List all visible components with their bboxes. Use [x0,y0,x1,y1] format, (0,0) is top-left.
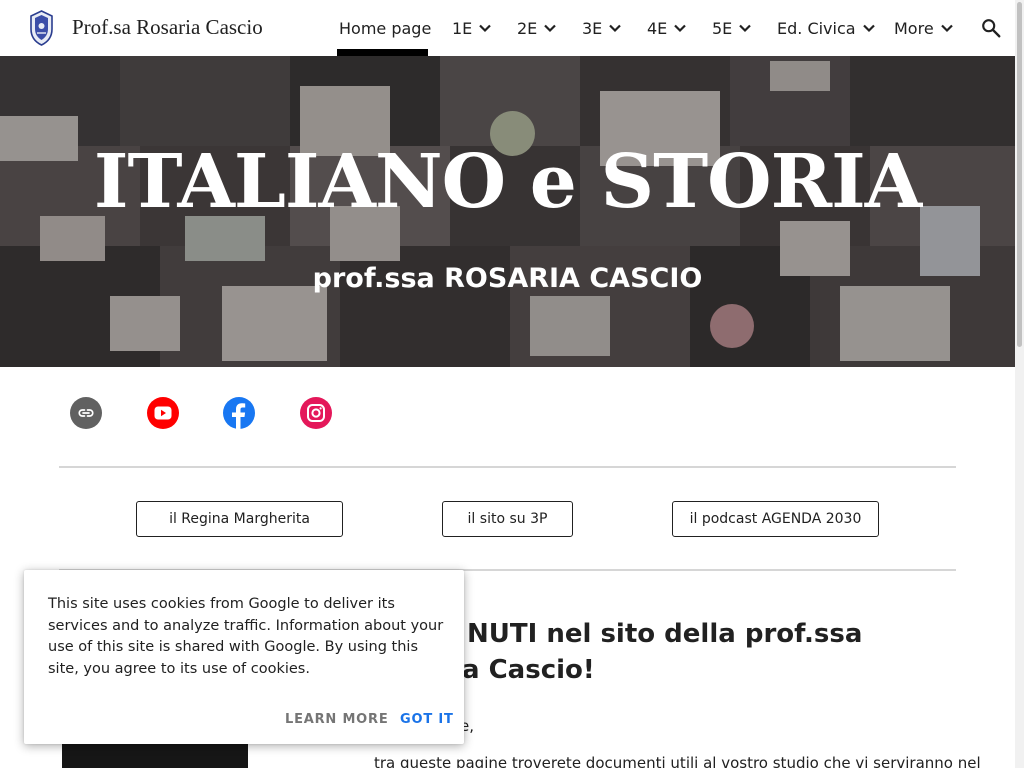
facebook-icon[interactable] [223,397,255,429]
nav-item-ed-civica[interactable]: Ed. Civica [777,17,876,39]
nav-item-4e[interactable]: 4E [647,17,687,39]
nav-label: 1E [452,18,473,38]
intro-paragraph: tra queste pagine troverete documenti ut… [374,754,981,768]
nav-label: 4E [647,18,668,38]
cookie-notice-text: This site uses cookies from Google to de… [48,596,444,677]
nav-item-1e[interactable]: 1E [452,17,492,39]
podcast-agenda-2030-button[interactable]: il podcast AGENDA 2030 [672,501,879,537]
hero-subtitle: prof.ssa ROSARIA CASCIO [312,263,703,294]
youtube-play-glyph [154,406,172,420]
regina-margherita-button[interactable]: il Regina Margherita [136,501,343,537]
chevron-down-icon [544,24,557,33]
link-icon[interactable] [70,397,102,429]
nav-label: 5E [712,18,733,38]
learn-more-button[interactable]: LEARN MORE [285,712,389,727]
chain-link-glyph [78,409,94,417]
youtube-icon[interactable] [147,397,179,429]
section-divider [59,466,956,468]
hero-title: ITALIANO e STORIA [93,139,922,225]
page-scrollbar[interactable] [1015,0,1024,768]
facebook-f-glyph [232,403,246,429]
got-it-button[interactable]: GOT IT [400,712,454,727]
nav-label: More [894,18,934,38]
hero-banner: ITALIANO e STORIA prof.ssa ROSARIA CASCI… [0,56,1015,367]
chevron-down-icon [739,24,752,33]
instagram-icon[interactable] [300,397,332,429]
school-crest-logo[interactable] [28,9,55,47]
sito-3p-button[interactable]: il sito su 3P [442,501,573,537]
nav-item-home-page[interactable]: Home page [339,17,431,39]
chevron-down-icon [674,24,687,33]
nav-item-3e[interactable]: 3E [582,17,622,39]
nav-label: Home page [339,18,432,38]
nav-label: Ed. Civica [777,18,856,38]
nav-item-more[interactable]: More [894,17,954,39]
top-navigation-bar: Prof.sa Rosaria Cascio Home page 1E 2E 3… [0,0,1015,56]
search-icon[interactable] [980,17,1002,39]
site-title[interactable]: Prof.sa Rosaria Cascio [72,15,263,40]
active-nav-indicator [337,49,428,56]
chevron-down-icon [609,24,622,33]
nav-label: 2E [517,18,538,38]
nav-item-2e[interactable]: 2E [517,17,557,39]
cookie-consent-banner: This site uses cookies from Google to de… [24,570,464,744]
instagram-camera-glyph [307,404,325,422]
chevron-down-icon [862,24,875,33]
chevron-down-icon [479,24,492,33]
nav-label: 3E [582,18,603,38]
scrollbar-thumb[interactable] [1017,2,1022,347]
chevron-down-icon [940,24,953,33]
nav-item-5e[interactable]: 5E [712,17,752,39]
